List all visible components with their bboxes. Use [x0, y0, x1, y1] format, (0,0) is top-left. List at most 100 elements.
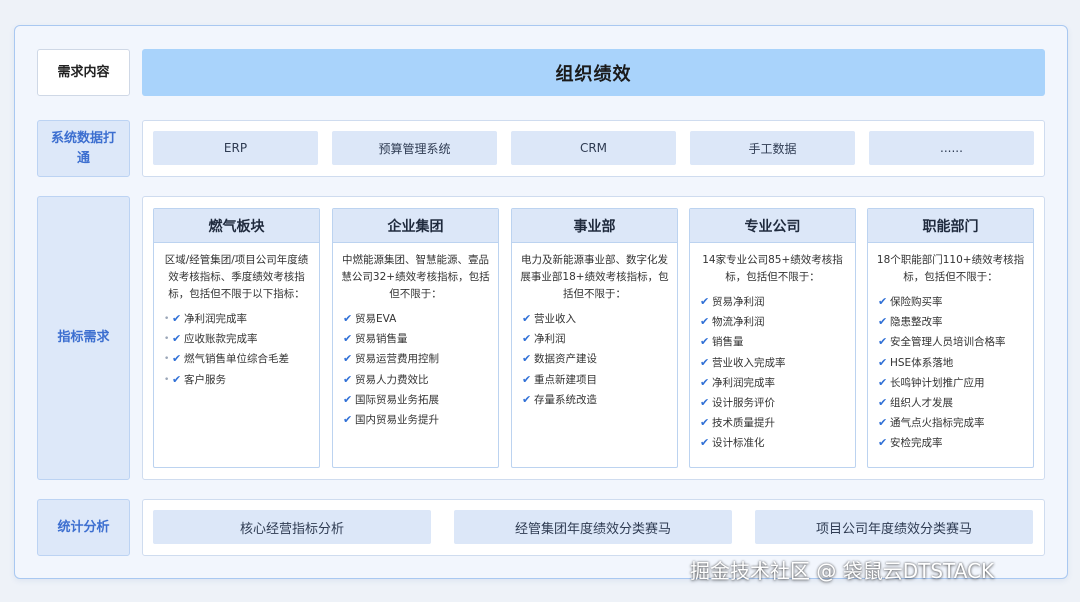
- check-icon: ✔: [522, 352, 532, 366]
- system-box-erp: ERP: [153, 131, 318, 165]
- indicator-item: ✔ 净利润: [522, 329, 677, 349]
- system-box-crm: CRM: [511, 131, 676, 165]
- check-icon: ✔: [700, 295, 710, 308]
- stats-box-project-race: 项目公司年度绩效分类赛马: [755, 510, 1033, 544]
- check-icon: ✔: [700, 335, 710, 349]
- indicator-item: ✔ 营业收入: [522, 309, 677, 329]
- stats-box-core: 核心经营指标分析: [153, 510, 431, 544]
- check-icon: ✔: [343, 392, 353, 406]
- indicator-item-label: 国际贸易业务拓展: [355, 393, 439, 406]
- check-icon: ✔: [878, 335, 888, 349]
- card-description: 电力及新能源事业部、数字化发展事业部18+绩效考核指标，包括但不限于：: [520, 254, 669, 300]
- indicator-item-label: 安全管理人员培训合格率: [890, 336, 1006, 349]
- indicator-item-label: 保险购买率: [890, 296, 943, 308]
- indicator-item: ✔ 销售量: [700, 332, 855, 352]
- indicator-item-label: 国内贸易业务提升: [355, 414, 439, 427]
- indicator-item: • ✔ 应收账款完成率: [164, 329, 319, 349]
- indicator-item-label: 应收账款完成率: [184, 333, 258, 346]
- check-icon: ✔: [700, 375, 710, 389]
- indicator-item: ✔ 营业收入完成率: [700, 353, 855, 373]
- indicator-item-label: HSE体系落地: [890, 356, 954, 369]
- check-icon: ✔: [878, 436, 888, 450]
- indicator-item: ✔ 长鸣钟计划推广应用: [878, 373, 1033, 393]
- card-title: 职能部门: [868, 209, 1033, 243]
- indicator-item: ✔ 隐患整改率: [878, 312, 1033, 332]
- indicator-item: ✔ 设计服务评价: [700, 393, 855, 413]
- card-indicator-list: ✔ 保险购买率 ✔ 隐患整改率 ✔ 安全管理人员培训合格率 ✔ HSE体系落地 ✔ 长鸣钟计划推广…: [868, 290, 1033, 454]
- indicator-item-label: 长鸣钟计划推广应用: [890, 376, 985, 389]
- check-icon: ✔: [522, 312, 532, 325]
- check-icon: ✔: [878, 375, 888, 389]
- indicator-item: ✔ 重点新建项目: [522, 370, 677, 390]
- indicator-item-label: 组织人才发展: [890, 397, 953, 410]
- check-icon: ✔: [343, 372, 353, 386]
- indicator-item: ✔ HSE体系落地: [878, 353, 1033, 373]
- indicator-card-professional: 专业公司 14家专业公司85+绩效考核指标，包括但不限于： ✔ 贸易净利润 ✔ 物流净利润…: [689, 208, 856, 468]
- indicator-item-label: 贸易EVA: [355, 313, 397, 325]
- check-icon: ✔: [343, 312, 353, 325]
- indicator-item: ✔ 存量系统改造: [522, 390, 677, 410]
- card-indicator-list: ✔ 贸易EVA ✔ 贸易销售量 ✔ 贸易运营费用控制 ✔ 贸易人力费效比 ✔ 国际贸易业务拓展 ✔ 国…: [333, 307, 498, 430]
- card-description: 18个职能部门110+绩效考核指标，包括但不限于：: [876, 254, 1025, 283]
- indicator-item: • ✔ 燃气销售单位综合毛差: [164, 349, 319, 369]
- indicator-item-label: 营业收入: [534, 313, 576, 325]
- indicator-item: ✔ 组织人才发展: [878, 393, 1033, 413]
- indicator-item: ✔ 贸易运营费用控制: [343, 349, 498, 369]
- check-icon: ✔: [878, 295, 888, 308]
- system-box-manual: 手工数据: [690, 131, 855, 165]
- watermark: 掘金技术社区 @ 袋鼠云DTSTACK: [690, 559, 995, 583]
- card-title: 专业公司: [690, 209, 855, 243]
- row-label-demand: 需求内容: [37, 49, 130, 96]
- check-icon: ✔: [878, 396, 888, 410]
- card-title: 燃气板块: [154, 209, 319, 243]
- card-description: 中燃能源集团、智慧能源、壹品慧公司32+绩效考核指标，包括但不限于：: [341, 254, 490, 300]
- check-icon: ✔: [878, 315, 888, 329]
- indicator-item-label: 净利润完成率: [184, 313, 247, 325]
- banner-title: 组织绩效: [142, 49, 1045, 96]
- card-description: 区域/经管集团/项目公司年度绩效考核指标、季度绩效考核指标，包括但不限于以下指标…: [164, 254, 309, 300]
- indicator-item-label: 物流净利润: [712, 316, 765, 329]
- stats-box-group-race: 经管集团年度绩效分类赛马: [454, 510, 732, 544]
- check-icon: ✔: [700, 315, 710, 329]
- indicator-item: • ✔ 客户服务: [164, 370, 319, 390]
- indicator-item-label: 设计服务评价: [712, 397, 775, 410]
- indicator-item-label: 设计标准化: [712, 437, 765, 450]
- card-title: 事业部: [512, 209, 677, 243]
- bullet-icon: •: [164, 334, 170, 345]
- check-icon: ✔: [343, 352, 353, 366]
- indicator-item: ✔ 国内贸易业务提升: [343, 410, 498, 430]
- indicator-item: ✔ 贸易销售量: [343, 329, 498, 349]
- indicator-item: ✔ 通气点火指标完成率: [878, 413, 1033, 433]
- indicator-item: ✔ 贸易人力费效比: [343, 370, 498, 390]
- indicator-item: ✔ 安全管理人员培训合格率: [878, 332, 1033, 352]
- indicator-item: ✔ 净利润完成率: [700, 373, 855, 393]
- indicator-item-label: 贸易净利润: [712, 296, 765, 308]
- check-icon: ✔: [522, 372, 532, 386]
- indicator-card-functional: 职能部门 18个职能部门110+绩效考核指标，包括但不限于： ✔ 保险购买率 ✔ 隐患整改…: [867, 208, 1034, 468]
- indicator-item: ✔ 贸易净利润: [700, 292, 855, 312]
- check-icon: ✔: [343, 332, 353, 346]
- row-label-system: 系统数据打通: [37, 120, 130, 177]
- card-title: 企业集团: [333, 209, 498, 243]
- indicator-item-label: 安检完成率: [890, 437, 943, 450]
- indicator-item-label: 隐患整改率: [890, 316, 943, 329]
- indicator-item: ✔ 物流净利润: [700, 312, 855, 332]
- check-icon: ✔: [172, 372, 182, 386]
- indicator-item-label: 通气点火指标完成率: [890, 417, 985, 430]
- system-box-more: ......: [869, 131, 1034, 165]
- indicator-item: ✔ 保险购买率: [878, 292, 1033, 312]
- check-icon: ✔: [878, 416, 888, 430]
- bullet-icon: •: [164, 314, 170, 324]
- card-description: 14家专业公司85+绩效考核指标，包括但不限于：: [702, 254, 843, 283]
- row-label-stats: 统计分析: [37, 499, 130, 556]
- indicator-item-label: 燃气销售单位综合毛差: [184, 353, 289, 366]
- row-label-indicator: 指标需求: [37, 196, 130, 480]
- check-icon: ✔: [343, 413, 353, 427]
- card-indicator-list: • ✔ 净利润完成率 • ✔ 应收账款完成率 • ✔ 燃气销售单位综合毛差 • ✔ 客户服务: [154, 307, 319, 390]
- check-icon: ✔: [700, 396, 710, 410]
- indicator-card-gas: 燃气板块区域/经管集团/项目公司年度绩效考核指标、季度绩效考核指标，包括但不限于…: [153, 208, 320, 468]
- indicator-item: ✔ 贸易EVA: [343, 309, 498, 329]
- indicator-item: • ✔ 净利润完成率: [164, 309, 319, 329]
- indicator-item: ✔ 技术质量提升: [700, 413, 855, 433]
- indicator-item-label: 贸易运营费用控制: [355, 353, 439, 366]
